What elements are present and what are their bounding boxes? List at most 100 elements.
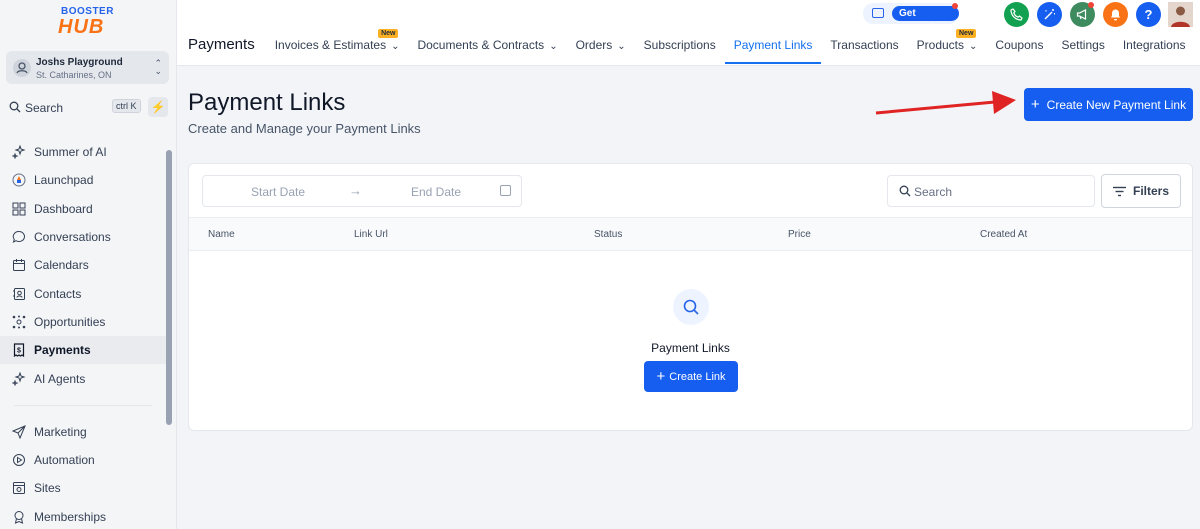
column-header-created-at[interactable]: Created At xyxy=(980,229,1027,240)
notification-dot xyxy=(1088,2,1094,8)
end-date-placeholder: End Date xyxy=(411,185,462,199)
column-header-link-url[interactable]: Link Url xyxy=(354,229,388,240)
sidebar-item-dashboard[interactable]: Dashboard xyxy=(0,195,166,223)
tab-settings[interactable]: Settings xyxy=(1052,30,1113,64)
sidebar-item-label: Conversations xyxy=(34,230,111,245)
sidebar-item-contacts[interactable]: Contacts xyxy=(0,279,166,307)
create-button-label: Create New Payment Link xyxy=(1046,97,1187,112)
tab-invoices-estimates[interactable]: Invoices & Estimates ⌄ New xyxy=(266,29,409,64)
search-icon xyxy=(9,101,21,113)
tab-payment-links[interactable]: Payment Links xyxy=(724,30,822,64)
sidebar-item-ai-agents[interactable]: AI Agents xyxy=(0,364,166,392)
calendar-icon xyxy=(500,185,511,196)
tab-documents-contracts[interactable]: Documents & Contracts ⌄ xyxy=(408,30,566,64)
network-icon xyxy=(11,314,27,330)
bell-icon[interactable] xyxy=(1103,2,1128,27)
card-icon xyxy=(872,8,884,18)
contacts-icon xyxy=(11,286,27,302)
sidebar-item-memberships[interactable]: Memberships xyxy=(0,503,166,529)
calendar-icon xyxy=(11,257,27,273)
tab-integrations[interactable]: Integrations xyxy=(1114,30,1195,64)
send-icon xyxy=(11,424,27,440)
sidebar-item-label: Contacts xyxy=(34,286,82,301)
sidebar-item-payments[interactable]: $ Payments xyxy=(0,336,166,365)
payments-tabs: Payments Invoices & Estimates ⌄ New Docum… xyxy=(177,29,1195,66)
sidebar-scrollbar[interactable] xyxy=(166,150,172,425)
sidebar-item-automation[interactable]: Automation xyxy=(0,446,166,474)
get-started-button[interactable]: Get Started xyxy=(892,6,959,34)
date-range-picker[interactable]: Start Date → End Date xyxy=(202,175,522,207)
sidebar: BOOSTER HUB Joshs Playground St. Cathari… xyxy=(0,0,177,529)
chevron-down-icon: ⌄ xyxy=(549,41,558,52)
account-switcher[interactable]: Joshs Playground St. Catharines, ON ⌃ ⌄ xyxy=(6,51,169,84)
sidebar-item-summer-of-ai[interactable]: Summer of AI xyxy=(0,138,166,166)
tab-subscriptions[interactable]: Subscriptions xyxy=(635,30,725,64)
sidebar-search[interactable]: Search ctrl K xyxy=(6,97,142,117)
tab-orders[interactable]: Orders ⌄ xyxy=(567,30,635,64)
new-badge: New xyxy=(956,29,977,38)
svg-text:$: $ xyxy=(17,348,21,355)
account-name: Joshs Playground xyxy=(36,57,123,68)
empty-search-icon xyxy=(673,289,709,325)
sidebar-item-label: Sites xyxy=(34,481,61,496)
get-started-pill[interactable]: Get Started xyxy=(863,3,959,34)
tab-transactions[interactable]: Transactions xyxy=(821,30,907,64)
page-subtitle: Create and Manage your Payment Links xyxy=(188,121,421,136)
sidebar-item-sites[interactable]: Sites xyxy=(0,474,166,502)
user-avatar[interactable] xyxy=(1168,2,1193,27)
plus-icon: + xyxy=(1030,95,1040,113)
column-header-price[interactable]: Price xyxy=(788,229,811,240)
create-link-button[interactable]: + Create Link xyxy=(644,361,738,392)
sidebar-item-label: Summer of AI xyxy=(34,145,107,160)
tab-coupons[interactable]: Coupons xyxy=(986,30,1052,64)
receipt-icon: $ xyxy=(11,342,27,358)
megaphone-icon[interactable] xyxy=(1070,2,1095,27)
magic-wand-icon[interactable] xyxy=(1037,2,1062,27)
sidebar-item-label: Payments xyxy=(34,343,91,358)
chevron-updown-icon: ⌃ ⌄ xyxy=(154,58,162,76)
column-header-status[interactable]: Status xyxy=(594,229,622,240)
quick-action-bolt-icon[interactable]: ⚡ xyxy=(148,97,168,117)
sites-icon xyxy=(11,480,27,496)
sidebar-divider xyxy=(14,404,152,406)
page-title: Payment Links xyxy=(188,89,346,116)
sidebar-item-label: AI Agents xyxy=(34,371,86,386)
logo-text-bottom: HUB xyxy=(58,16,105,38)
red-arrow-annotation xyxy=(875,91,1016,115)
arrow-right-icon: → xyxy=(349,183,362,198)
sidebar-item-calendars[interactable]: Calendars xyxy=(0,251,166,279)
sidebar-item-launchpad[interactable]: Launchpad xyxy=(0,166,166,194)
column-header-name[interactable]: Name xyxy=(208,229,235,240)
phone-icon[interactable] xyxy=(1004,2,1029,27)
tab-products[interactable]: Products ⌄ New xyxy=(908,29,987,64)
sidebar-item-opportunities[interactable]: Opportunities xyxy=(0,308,166,336)
booster-hub-logo[interactable]: BOOSTER HUB xyxy=(58,6,120,38)
sidebar-item-label: Launchpad xyxy=(34,173,94,188)
sidebar-nav: Summer of AI Launchpad Dashboard Convers… xyxy=(0,138,166,529)
tab-label: Settings xyxy=(1061,38,1105,52)
empty-state-title: Payment Links xyxy=(651,341,730,355)
top-bar: Get Started ? Payments Invoices & Estima… xyxy=(177,0,1200,66)
start-date-placeholder: Start Date xyxy=(251,185,306,199)
notification-dot xyxy=(952,3,958,9)
create-new-payment-link-button[interactable]: + Create New Payment Link xyxy=(1024,88,1193,121)
award-icon xyxy=(11,509,27,525)
automation-icon xyxy=(11,452,27,468)
filters-button[interactable]: Filters xyxy=(1101,174,1181,208)
table-header: Name Link Url Status Price Created At xyxy=(189,217,1192,251)
tab-label: Transactions xyxy=(830,38,899,52)
sparkle-icon xyxy=(11,371,27,387)
tab-label: Coupons xyxy=(995,38,1044,52)
section-title: Payments xyxy=(188,36,255,53)
search-shortcut-badge: ctrl K xyxy=(112,99,141,113)
help-icon[interactable]: ? xyxy=(1136,2,1161,27)
search-input[interactable]: Search xyxy=(887,175,1095,207)
tab-label: Orders xyxy=(575,38,613,52)
sidebar-item-conversations[interactable]: Conversations xyxy=(0,223,166,251)
grid-icon xyxy=(11,201,27,217)
help-label: ? xyxy=(1144,7,1153,22)
sidebar-item-marketing[interactable]: Marketing xyxy=(0,418,166,446)
plus-icon: + xyxy=(656,367,666,385)
chat-icon xyxy=(11,229,27,245)
tab-label: Integrations xyxy=(1122,38,1186,52)
